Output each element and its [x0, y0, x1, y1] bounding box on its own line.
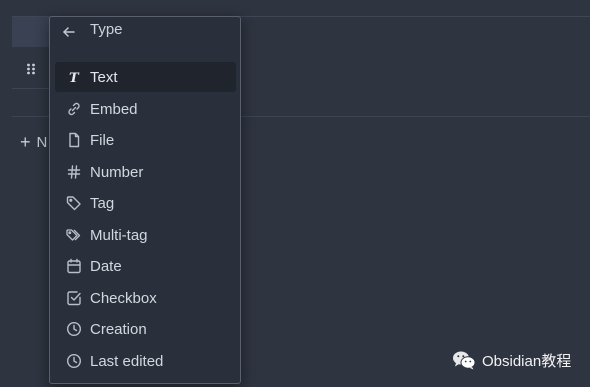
property-row-highlight: [12, 17, 50, 47]
menu-item-label: Date: [90, 257, 122, 275]
link-icon: [66, 101, 82, 117]
menu-item-label: Text: [90, 68, 118, 86]
menu-item-label: Multi-tag: [90, 226, 148, 244]
menu-item-file[interactable]: File: [55, 125, 236, 155]
menu-item-label: Creation: [90, 320, 147, 338]
menu-item-number[interactable]: Number: [55, 157, 236, 187]
clock-icon: [66, 353, 82, 369]
tag-icon: [66, 195, 82, 211]
file-icon: [66, 132, 82, 148]
checkbox-icon: [66, 290, 82, 306]
plus-icon: +: [20, 132, 31, 152]
menu-item-text[interactable]: T Text: [55, 62, 236, 92]
clock-icon: [66, 321, 82, 337]
menu-item-label: Checkbox: [90, 289, 157, 307]
menu-title: Type: [90, 21, 123, 38]
menu-item-label: Number: [90, 163, 144, 181]
menu-item-label: Embed: [90, 100, 138, 118]
add-property-button[interactable]: + N: [20, 132, 47, 152]
menu-item-label: Last edited: [90, 352, 164, 370]
menu-item-date[interactable]: Date: [55, 251, 236, 281]
tags-icon: [66, 227, 82, 243]
menu-item-last-edited[interactable]: Last edited: [55, 346, 236, 376]
calendar-icon: [66, 258, 82, 274]
drag-handle-icon[interactable]: [26, 62, 36, 76]
menu-item-label: File: [90, 131, 115, 149]
property-row-divider: [12, 88, 50, 89]
wechat-logo-icon: [452, 349, 476, 371]
menu-item-multi-tag[interactable]: Multi-tag: [55, 220, 236, 250]
property-type-menu: Type T Text Embed File Number Tag Multi-…: [49, 16, 241, 384]
menu-item-creation[interactable]: Creation: [55, 314, 236, 344]
menu-item-label: Tag: [90, 194, 115, 212]
text-type-icon: T: [66, 69, 82, 86]
menu-item-embed[interactable]: Embed: [55, 94, 236, 124]
menu-item-checkbox[interactable]: Checkbox: [55, 283, 236, 313]
hash-icon: [66, 164, 82, 180]
svg-text:T: T: [69, 71, 80, 85]
menu-item-tag[interactable]: Tag: [55, 188, 236, 218]
watermark-text: Obsidian教程: [482, 352, 572, 370]
watermark: Obsidian教程: [452, 349, 571, 371]
back-arrow-icon[interactable]: [62, 25, 76, 39]
add-property-label: N: [36, 133, 48, 151]
